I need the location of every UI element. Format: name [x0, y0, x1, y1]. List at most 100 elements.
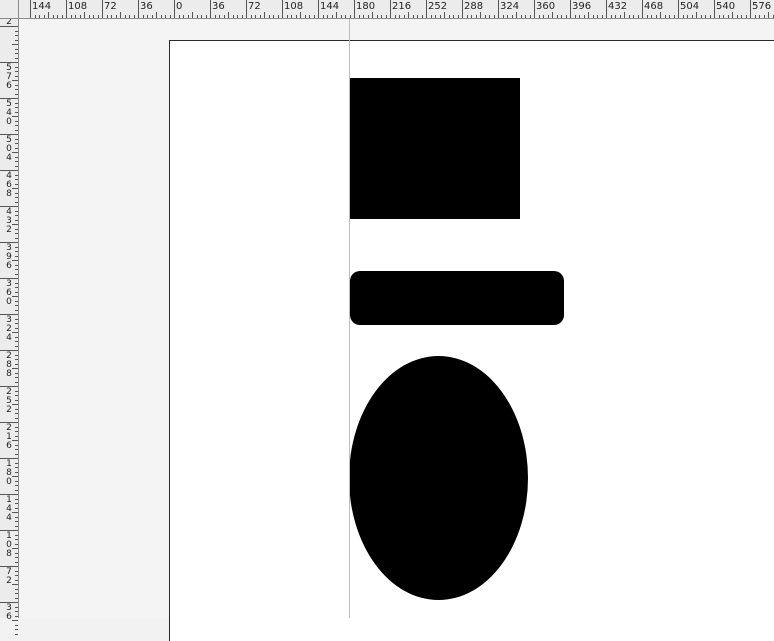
ruler-minor-tick [53, 15, 54, 18]
ruler-minor-tick [15, 625, 18, 626]
ruler-minor-tick [192, 12, 193, 18]
ruler-minor-tick [197, 15, 198, 18]
ruler-minor-tick [15, 553, 18, 554]
vertical-guide-line[interactable] [349, 18, 350, 618]
ruler-minor-tick [458, 15, 459, 18]
ruler-minor-tick [327, 15, 328, 18]
ruler-minor-tick [417, 15, 418, 18]
ruler-minor-tick [611, 15, 612, 18]
ruler-minor-tick [15, 184, 18, 185]
ellipse-shape[interactable] [349, 356, 528, 600]
ruler-label: 432 [6, 207, 12, 235]
ruler-minor-tick [15, 517, 18, 518]
ruler-minor-tick [584, 15, 585, 18]
ruler-minor-tick [615, 15, 616, 18]
ruler-minor-tick [161, 15, 162, 18]
ruler-minor-tick [15, 418, 18, 419]
ruler-minor-tick [15, 53, 18, 54]
ruler-minor-tick [629, 15, 630, 18]
ruler-minor-tick [435, 15, 436, 18]
ruler-minor-tick [557, 15, 558, 18]
ruler-minor-tick [125, 15, 126, 18]
ruler-minor-tick [15, 76, 18, 77]
ruler-minor-tick [755, 15, 756, 18]
ruler-minor-tick [15, 130, 18, 131]
ruler-label: 288 [6, 351, 12, 379]
ruler-label: 360 [536, 1, 556, 12]
ruler-minor-tick [129, 15, 130, 18]
ruler-minor-tick [363, 15, 364, 18]
ruler-minor-tick [206, 15, 207, 18]
ruler-minor-tick [15, 161, 18, 162]
ruler-minor-tick [444, 12, 445, 18]
ruler-minor-tick [15, 35, 18, 36]
ruler-minor-tick [242, 15, 243, 18]
ruler-label: 576 [752, 1, 772, 12]
ruler-minor-tick [372, 12, 373, 18]
ruler-minor-tick [15, 341, 18, 342]
ruler-minor-tick [309, 15, 310, 18]
ruler-label: 36 [140, 1, 153, 12]
ruler-minor-tick [15, 319, 18, 320]
ruler-minor-tick [165, 15, 166, 18]
ruler-minor-tick [84, 12, 85, 18]
ruler-minor-tick [737, 15, 738, 18]
ruler-minor-tick [381, 15, 382, 18]
ruler-minor-tick [251, 15, 252, 18]
ruler-minor-tick [15, 607, 18, 608]
ruler-minor-tick [98, 15, 99, 18]
ruler-major-tick [462, 0, 463, 18]
ruler-minor-tick [15, 265, 18, 266]
ruler-minor-tick [413, 15, 414, 18]
ruler-label: 252 [428, 1, 448, 12]
ruler-minor-tick [15, 211, 18, 212]
ruler-minor-tick [15, 611, 18, 612]
ruler-minor-tick [12, 44, 18, 45]
rectangle-shape[interactable] [350, 78, 520, 219]
ruler-minor-tick [170, 15, 171, 18]
ruler-origin-corner[interactable] [0, 0, 19, 19]
ruler-minor-tick [255, 15, 256, 18]
ruler-minor-tick [15, 503, 18, 504]
ruler-minor-tick [480, 12, 481, 18]
ruler-minor-tick [359, 15, 360, 18]
ruler-minor-tick [15, 544, 18, 545]
ruler-minor-tick [489, 15, 490, 18]
ruler-major-tick [210, 0, 211, 18]
ruler-minor-tick [12, 584, 18, 585]
ruler-minor-tick [395, 15, 396, 18]
ruler-minor-tick [305, 15, 306, 18]
ruler-minor-tick [264, 12, 265, 18]
ruler-minor-tick [71, 15, 72, 18]
ruler-label: 576 [6, 63, 12, 91]
ruler-label: 540 [6, 99, 12, 127]
ruler-minor-tick [764, 15, 765, 18]
ruler-minor-tick [201, 15, 202, 18]
ruler-minor-tick [143, 15, 144, 18]
horizontal-ruler[interactable]: 144 108 72 36 0 36 72 108 144 180 216 252 288 324 360 3… [0, 0, 774, 19]
ruler-label: 468 [6, 171, 12, 199]
ruler-minor-tick [368, 15, 369, 18]
vertical-ruler[interactable]: 2 576 540 504 468 432 396 360 324 288 252 216 180 144… [0, 0, 19, 635]
ruler-minor-tick [183, 15, 184, 18]
ruler-minor-tick [15, 467, 18, 468]
ruler-major-tick [426, 0, 427, 18]
ruler-minor-tick [449, 15, 450, 18]
ruler-label: 108 [68, 1, 88, 12]
ruler-minor-tick [471, 15, 472, 18]
ruler-minor-tick [15, 40, 18, 41]
ruler-minor-tick [345, 15, 346, 18]
ruler-minor-tick [15, 112, 18, 113]
ruler-minor-tick [219, 15, 220, 18]
ruler-minor-tick [12, 224, 18, 225]
ruler-minor-tick [15, 269, 18, 270]
ruler-minor-tick [15, 364, 18, 365]
ruler-minor-tick [15, 557, 18, 558]
ruler-minor-tick [93, 15, 94, 18]
ruler-minor-tick [710, 15, 711, 18]
ruler-label: 180 [356, 1, 376, 12]
ruler-minor-tick [15, 215, 18, 216]
ruler-minor-tick [15, 629, 18, 630]
rounded-rectangle-shape[interactable] [350, 271, 564, 325]
ruler-minor-tick [759, 15, 760, 18]
